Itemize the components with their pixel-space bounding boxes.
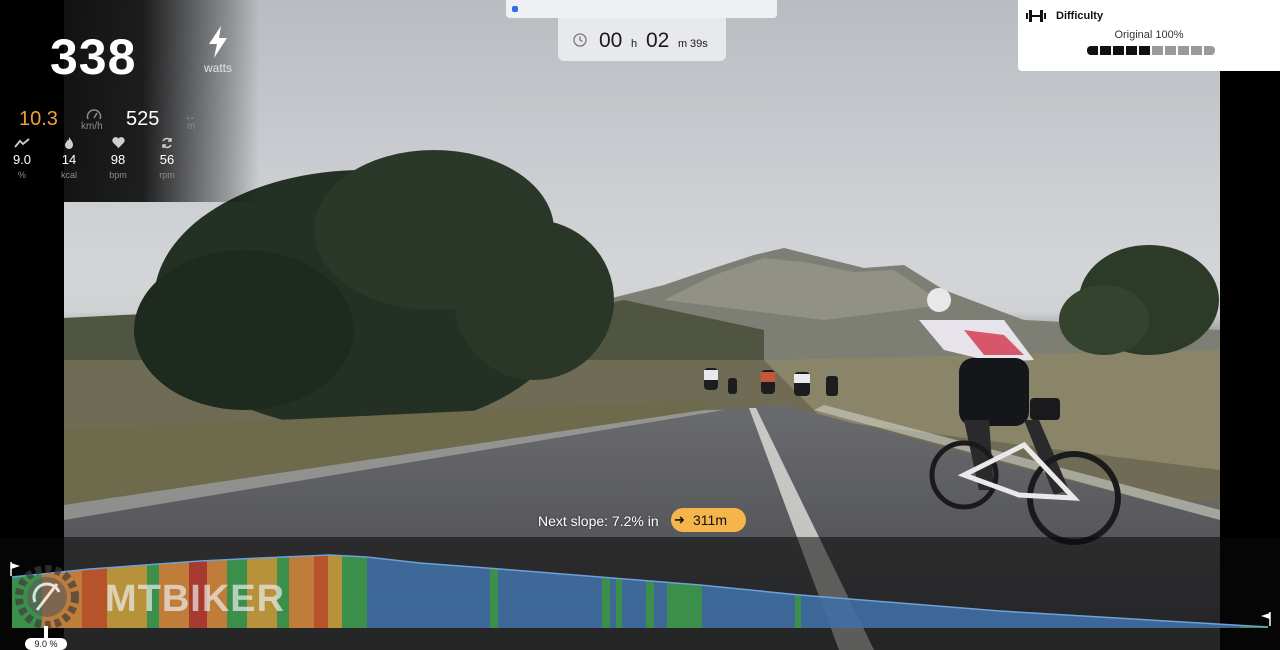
difficulty-segment xyxy=(1113,46,1124,55)
difficulty-segment xyxy=(1087,46,1098,55)
difficulty-value: Original 100% xyxy=(1114,29,1184,41)
cadence-value: 56 xyxy=(159,152,175,167)
clock-icon xyxy=(573,33,587,47)
speedometer-icon xyxy=(86,109,102,120)
calories-metric: 14 kcal xyxy=(47,137,91,180)
route-progress-fill xyxy=(512,6,518,12)
timer-minutes-unit: m xyxy=(678,38,688,50)
incline-icon xyxy=(0,137,44,151)
current-position-marker xyxy=(44,626,48,638)
calories-value: 14 xyxy=(61,152,77,167)
flame-icon xyxy=(47,137,91,151)
speed-unit: km/h xyxy=(81,121,103,132)
grade-unit: % xyxy=(17,170,26,180)
timer-hours: 00 xyxy=(599,29,623,52)
distance-unit: m xyxy=(187,121,196,132)
finish-flag-icon xyxy=(1261,612,1271,626)
next-slope-distance: 311m xyxy=(693,512,727,528)
difficulty-segment xyxy=(1178,46,1189,55)
route-progress-bar[interactable] xyxy=(506,0,777,18)
difficulty-segment xyxy=(1165,46,1176,55)
elapsed-timer: 00 h 02 m 39s xyxy=(558,18,726,61)
timer-seconds: 39s xyxy=(690,38,708,50)
power-unit: watts xyxy=(204,61,233,75)
difficulty-panel[interactable]: Difficulty Original 100% xyxy=(1018,0,1280,71)
current-grade-badge: 9.0 % xyxy=(25,638,67,650)
heart-rate-metric: 98 bpm xyxy=(96,137,140,180)
heart-rate-unit: bpm xyxy=(109,170,127,180)
timer-minutes: 02 xyxy=(646,29,670,52)
difficulty-segment xyxy=(1126,46,1137,55)
heart-icon xyxy=(96,137,140,151)
speed-value: 10.3 xyxy=(19,108,58,130)
calories-unit: kcal xyxy=(60,170,77,180)
watermark-text: MTBIKER xyxy=(105,578,286,620)
difficulty-segment xyxy=(1204,46,1215,55)
lightning-bolt-icon xyxy=(209,26,227,58)
heart-rate-value: 98 xyxy=(110,152,126,167)
difficulty-segment xyxy=(1152,46,1163,55)
difficulty-segment xyxy=(1139,46,1150,55)
cadence-icon xyxy=(145,137,189,151)
cadence-metric: 56 rpm xyxy=(145,137,189,180)
cadence-unit: rpm xyxy=(159,170,175,180)
distance-value: 525 xyxy=(126,108,160,130)
grade-value: 9.0 xyxy=(12,152,32,167)
grade-metric: 9.0 % xyxy=(0,137,44,180)
next-slope-distance-pill: ➜ 311m xyxy=(671,508,746,532)
dumbbell-icon xyxy=(1026,10,1046,22)
difficulty-segment xyxy=(1191,46,1202,55)
power-value: 338 xyxy=(50,29,137,85)
difficulty-level-bar[interactable] xyxy=(1087,46,1215,55)
next-slope-label: Next slope: 7.2% in xyxy=(538,513,659,529)
difficulty-title: Difficulty xyxy=(1056,10,1104,22)
arrow-right-icon: ➜ xyxy=(674,512,685,527)
timer-hours-unit: h xyxy=(631,38,638,50)
difficulty-segment xyxy=(1100,46,1111,55)
